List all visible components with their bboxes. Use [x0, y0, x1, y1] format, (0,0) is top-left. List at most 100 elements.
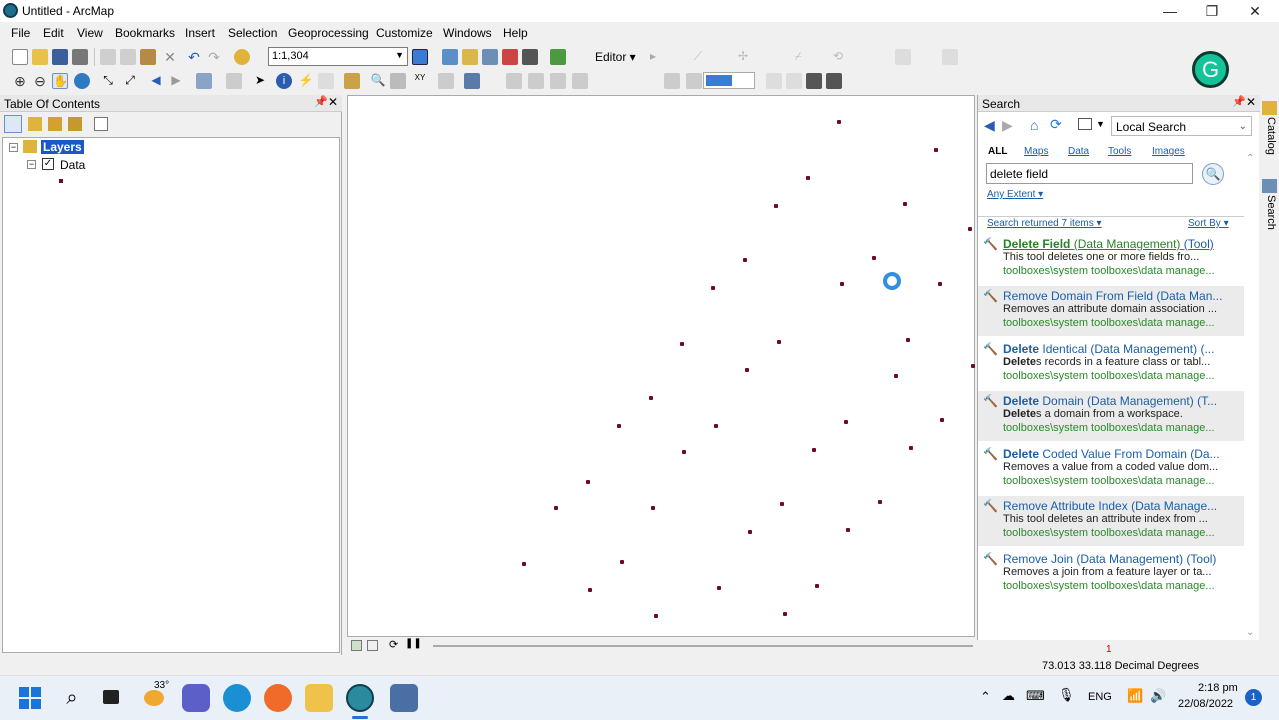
menu-view[interactable]: View [77, 26, 103, 40]
menu-selection[interactable]: Selection [228, 26, 277, 40]
close-button[interactable]: ✕ [1235, 0, 1275, 22]
editor-menu-button[interactable]: Editor ▾ [595, 50, 636, 64]
sort-by-button[interactable]: Sort By ▾ [1188, 218, 1229, 229]
redo-icon[interactable]: ↷ [206, 49, 222, 65]
layout-pan-icon[interactable] [550, 73, 566, 89]
arcmap-taskbar-icon[interactable] [346, 684, 374, 712]
paste-icon[interactable] [140, 49, 156, 65]
find-route-icon[interactable] [390, 73, 406, 89]
restore-button[interactable]: ❐ [1192, 0, 1232, 22]
search-scope-dropdown[interactable]: Local Search ⌄ [1111, 116, 1252, 136]
zoom-out-icon[interactable]: ⊖ [32, 73, 48, 89]
tab-all[interactable]: ALL [988, 146, 1007, 157]
edit-tool-icon[interactable]: ▸ [645, 49, 661, 65]
sketch-properties-icon[interactable] [942, 49, 958, 65]
search-tab[interactable]: Search [1263, 195, 1277, 245]
wifi-icon[interactable]: 📶 [1127, 688, 1143, 704]
vertex-icon[interactable]: ✢ [735, 49, 751, 65]
pin-icon[interactable]: 📌 [1232, 95, 1246, 108]
select-elements-icon[interactable]: ➤ [252, 73, 268, 89]
map-display[interactable] [347, 95, 975, 637]
cut-icon[interactable] [100, 49, 116, 65]
task-view-icon[interactable] [98, 684, 126, 712]
data-view-icon[interactable] [351, 640, 362, 651]
search-result[interactable]: 🔨 Delete Coded Value From Domain (Da... … [978, 444, 1244, 494]
model-builder-icon[interactable] [550, 49, 566, 65]
list-by-drawing-order-icon[interactable] [4, 115, 22, 133]
arccatalog-taskbar-icon[interactable] [390, 684, 418, 712]
delete-icon[interactable]: ✕ [162, 49, 178, 65]
python-window-icon[interactable] [522, 49, 538, 65]
language-indicator[interactable]: ENG [1088, 691, 1112, 703]
search-result[interactable]: 🔨 Delete Identical (Data Management) (..… [978, 339, 1244, 389]
measure-icon[interactable] [344, 73, 360, 89]
back-extent-icon[interactable]: ◀ [148, 73, 164, 89]
zoom-whole-page-icon[interactable] [572, 73, 588, 89]
pause-drawing-icon[interactable]: ❚❚ [405, 638, 422, 649]
search-icon[interactable]: ⌕ [58, 684, 86, 712]
chevron-down-icon[interactable]: ▼ [1096, 119, 1105, 129]
search-result[interactable]: 🔨 Delete Domain (Data Management) (T... … [978, 391, 1244, 441]
clock-date[interactable]: 22/08/2022 [1178, 698, 1233, 710]
pin-icon[interactable]: 📌 [314, 95, 328, 108]
menu-edit[interactable]: Edit [43, 26, 64, 40]
identify-icon[interactable]: i [276, 73, 292, 89]
html-popup-icon[interactable] [318, 73, 334, 89]
open-folder-icon[interactable] [32, 49, 48, 65]
file-explorer-icon[interactable] [305, 684, 333, 712]
attributes-icon[interactable] [895, 49, 911, 65]
copy-icon[interactable] [120, 49, 136, 65]
new-document-icon[interactable] [12, 49, 28, 65]
menu-insert[interactable]: Insert [185, 26, 215, 40]
close-icon[interactable]: ✕ [1246, 95, 1256, 109]
minimize-button[interactable]: — [1150, 0, 1190, 22]
catalog-tab-icon[interactable] [1262, 101, 1277, 115]
toc-options-icon[interactable] [94, 117, 108, 131]
edge-browser-icon[interactable] [223, 684, 251, 712]
onedrive-icon[interactable]: ☁ [1002, 688, 1015, 704]
search-input[interactable]: delete field [986, 163, 1193, 184]
clock-time[interactable]: 2:18 pm [1198, 682, 1238, 694]
print-icon[interactable] [72, 49, 88, 65]
pan-icon[interactable]: ✋ [52, 73, 68, 89]
go-to-xy-icon[interactable]: XY [412, 73, 428, 89]
volume-icon[interactable]: 🔊 [1150, 688, 1166, 704]
search-window-icon[interactable] [482, 49, 498, 65]
home-icon[interactable]: ⌂ [1030, 117, 1038, 133]
layout-zoom-combo[interactable] [703, 72, 755, 89]
tab-data[interactable]: Data [1068, 146, 1089, 157]
tab-maps[interactable]: Maps [1024, 146, 1048, 157]
windows-start-icon[interactable] [16, 684, 44, 712]
layer-name-data[interactable]: Data [60, 158, 85, 172]
layers-data-frame[interactable]: Layers [41, 140, 84, 154]
refresh-icon[interactable]: ⟳ [389, 638, 398, 651]
search-button-icon[interactable]: 🔍 [1202, 163, 1224, 185]
collapse-icon[interactable]: − [27, 160, 36, 169]
list-by-visibility-icon[interactable] [48, 117, 62, 131]
straight-segment-icon[interactable]: ⟋ [690, 49, 706, 65]
layout-zoom-out-icon[interactable] [528, 73, 544, 89]
search-result[interactable]: 🔨 Remove Domain From Field (Data Man... … [978, 286, 1244, 336]
catalog-icon[interactable] [462, 49, 478, 65]
split-icon[interactable]: ⌿ [790, 49, 806, 65]
forward-icon[interactable]: ▶ [1002, 117, 1013, 134]
undo-icon[interactable]: ↶ [186, 49, 202, 65]
layout-view-icon[interactable] [367, 640, 378, 651]
toggle-draft-icon[interactable] [766, 73, 782, 89]
close-icon[interactable]: ✕ [328, 95, 338, 109]
zoom-in-icon[interactable]: ⊕ [12, 73, 28, 89]
save-icon[interactable] [52, 49, 68, 65]
select-features-icon[interactable] [196, 73, 212, 89]
focus-data-frame-icon[interactable] [786, 73, 802, 89]
create-viewer-icon[interactable] [464, 73, 480, 89]
search-result[interactable]: 🔨 Delete Field (Data Management) (Tool) … [978, 234, 1244, 284]
search-result[interactable]: 🔨 Remove Attribute Index (Data Manage...… [978, 496, 1244, 546]
hyperlink-icon[interactable]: ⚡ [298, 73, 314, 89]
weather-icon[interactable]: 33° [142, 680, 170, 712]
firefox-icon[interactable] [264, 684, 292, 712]
time-slider-icon[interactable] [438, 73, 454, 89]
menu-help[interactable]: Help [503, 26, 528, 40]
menu-file[interactable]: File [11, 26, 30, 40]
menu-bookmarks[interactable]: Bookmarks [115, 26, 175, 40]
find-icon[interactable]: 🔍 [370, 73, 386, 89]
